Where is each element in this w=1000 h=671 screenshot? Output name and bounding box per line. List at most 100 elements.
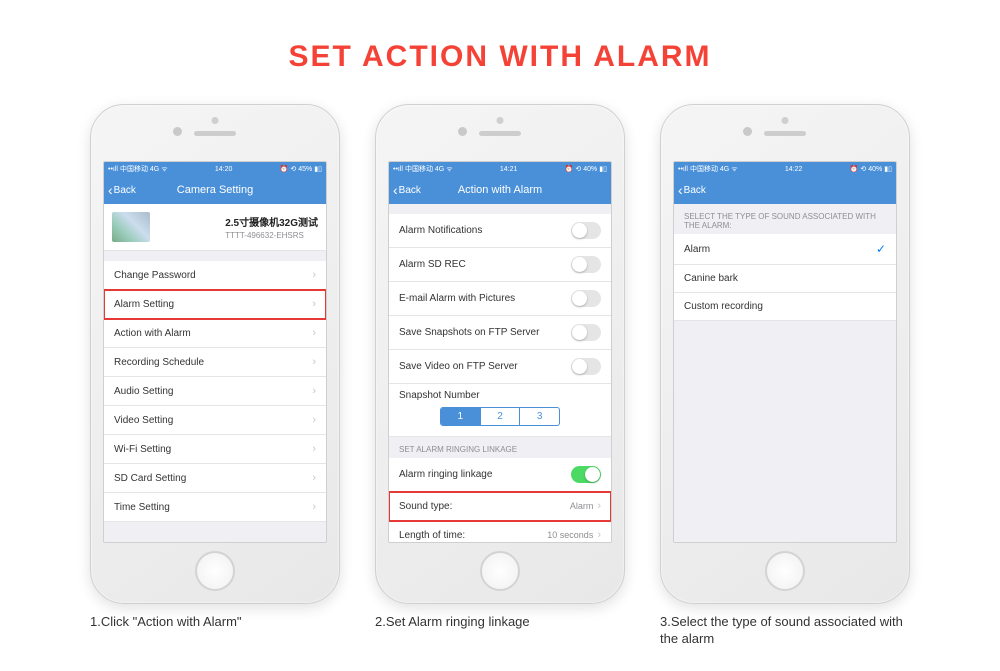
row-alarm-ringing-linkage[interactable]: Alarm ringing linkage [389, 458, 611, 492]
device-cell[interactable]: 2.5寸摄像机32G测试 TTTT-496632-EHSRS [104, 204, 326, 251]
row-action-with-alarm[interactable]: Action with Alarm› [104, 319, 326, 348]
battery-pct: 40% [868, 166, 882, 173]
wifi-icon: ᯤ [446, 165, 452, 174]
sensor-dot [497, 117, 504, 124]
alarm-icon: ⏰ [850, 165, 859, 173]
device-name: 2.5寸摄像机32G测试 [225, 214, 318, 229]
phone-1: ••ıll 中国移动 4G ᯤ 14:20 ⏰ ⟲ 45% ▮▯ ‹ [90, 104, 340, 604]
row-video-setting[interactable]: Video Setting› [104, 406, 326, 435]
row-save-snapshots-ftp[interactable]: Save Snapshots on FTP Server [389, 316, 611, 350]
carrier-label: 中国移动 4G [405, 164, 444, 174]
back-button[interactable]: ‹ Back [108, 183, 136, 197]
row-change-password[interactable]: Change Password› [104, 261, 326, 290]
segmented-control[interactable]: 1 2 3 [440, 407, 560, 426]
chevron-right-icon: › [312, 501, 316, 513]
chevron-right-icon: › [312, 414, 316, 426]
toggle[interactable] [571, 324, 601, 341]
label: Audio Setting [114, 386, 312, 397]
back-label: Back [114, 185, 136, 196]
nav-title: Camera Setting [177, 184, 253, 196]
back-button[interactable]: ‹ Back [393, 183, 421, 197]
row-alarm-setting[interactable]: Alarm Setting› [104, 290, 326, 319]
label: SD Card Setting [114, 473, 312, 484]
row-sound-canine[interactable]: Canine bark [674, 265, 896, 293]
row-snapshot-number: Snapshot Number 1 2 3 [389, 384, 611, 437]
camera-dot [173, 127, 182, 136]
row-length-of-time[interactable]: Length of time:10 seconds› [389, 521, 611, 543]
value: Alarm [570, 501, 594, 511]
row-save-video-ftp[interactable]: Save Video on FTP Server [389, 350, 611, 384]
speaker-slot [194, 131, 236, 136]
status-time: 14:22 [785, 166, 803, 173]
chevron-right-icon: › [597, 500, 601, 512]
screen-3: ••ıll 中国移动 4G ᯤ 14:22 ⏰ ⟲ 40% ▮▯ ‹ [673, 161, 897, 543]
row-email-alarm[interactable]: E-mail Alarm with Pictures [389, 282, 611, 316]
content-1: 2.5寸摄像机32G测试 TTTT-496632-EHSRS Change Pa… [104, 204, 326, 522]
label: Action with Alarm [114, 328, 312, 339]
chevron-left-icon: ‹ [678, 183, 683, 197]
orientation-icon: ⟲ [290, 165, 296, 173]
row-alarm-notifications[interactable]: Alarm Notifications [389, 214, 611, 248]
toggle[interactable] [571, 222, 601, 239]
page-title: SET ACTION WITH ALARM [0, 0, 1000, 104]
row-sound-custom[interactable]: Custom recording [674, 293, 896, 321]
toggle[interactable] [571, 256, 601, 273]
section-header: SELECT THE TYPE OF SOUND ASSOCIATED WITH… [674, 204, 896, 234]
camera-dot [743, 127, 752, 136]
nav-bar: ‹ Back Camera Setting [104, 176, 326, 204]
label: Alarm Setting [114, 299, 312, 310]
back-label: Back [684, 185, 706, 196]
battery-icon: ▮▯ [599, 165, 607, 173]
label: Length of time: [399, 530, 547, 541]
row-wifi-setting[interactable]: Wi-Fi Setting› [104, 435, 326, 464]
caption-3: 3.Select the type of sound associated wi… [660, 614, 910, 648]
toggle[interactable] [571, 358, 601, 375]
status-time: 14:20 [215, 166, 233, 173]
row-audio-setting[interactable]: Audio Setting› [104, 377, 326, 406]
signal-icon: ••ıll [108, 166, 118, 173]
row-sd-card-setting[interactable]: SD Card Setting› [104, 464, 326, 493]
nav-title: Action with Alarm [458, 184, 542, 196]
toggle[interactable] [571, 466, 601, 483]
phones-row: ••ıll 中国移动 4G ᯤ 14:20 ⏰ ⟲ 45% ▮▯ ‹ [0, 104, 1000, 648]
wifi-icon: ᯤ [161, 165, 167, 174]
row-time-setting[interactable]: Time Setting› [104, 493, 326, 522]
toggle[interactable] [571, 290, 601, 307]
seg-2[interactable]: 2 [481, 408, 521, 425]
signal-icon: ••ıll [678, 166, 688, 173]
status-time: 14:21 [500, 166, 518, 173]
phone-1-col: ••ıll 中国移动 4G ᯤ 14:20 ⏰ ⟲ 45% ▮▯ ‹ [90, 104, 340, 648]
value: 10 seconds [547, 530, 593, 540]
label: E-mail Alarm with Pictures [399, 293, 571, 304]
home-button[interactable] [765, 551, 805, 591]
label: Canine bark [684, 273, 886, 284]
device-id: TTTT-496632-EHSRS [225, 231, 318, 240]
sensor-dot [212, 117, 219, 124]
home-button[interactable] [195, 551, 235, 591]
speaker-slot [479, 131, 521, 136]
check-icon: ✓ [876, 242, 886, 256]
row-recording-schedule[interactable]: Recording Schedule› [104, 348, 326, 377]
seg-1[interactable]: 1 [441, 408, 481, 425]
label: Wi-Fi Setting [114, 444, 312, 455]
chevron-right-icon: › [312, 385, 316, 397]
label: Alarm [684, 244, 876, 255]
seg-3[interactable]: 3 [520, 408, 559, 425]
label: Snapshot Number [399, 390, 601, 401]
row-sound-alarm[interactable]: Alarm✓ [674, 234, 896, 265]
nav-bar: ‹ Back Action with Alarm [389, 176, 611, 204]
chevron-left-icon: ‹ [108, 183, 113, 197]
caption-1: 1.Click "Action with Alarm" [90, 614, 340, 631]
label: Sound type: [399, 501, 570, 512]
back-button[interactable]: ‹ Back [678, 183, 706, 197]
battery-icon: ▮▯ [314, 165, 322, 173]
row-alarm-sd-rec[interactable]: Alarm SD REC [389, 248, 611, 282]
row-sound-type[interactable]: Sound type:Alarm› [389, 492, 611, 521]
battery-pct: 45% [298, 166, 312, 173]
chevron-right-icon: › [312, 269, 316, 281]
chevron-right-icon: › [312, 327, 316, 339]
chevron-right-icon: › [312, 443, 316, 455]
home-button[interactable] [480, 551, 520, 591]
label: Custom recording [684, 301, 886, 312]
chevron-left-icon: ‹ [393, 183, 398, 197]
